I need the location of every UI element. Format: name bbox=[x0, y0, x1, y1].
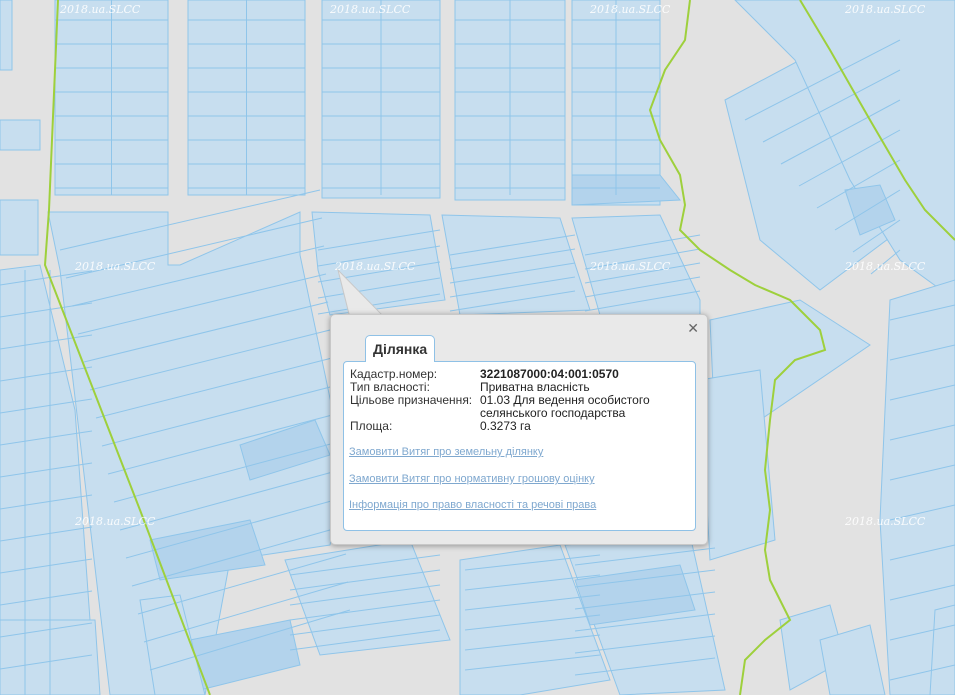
area-value: 0.3273 га bbox=[480, 419, 531, 433]
map-watermark: 2018.ua.SLCC bbox=[59, 3, 141, 16]
ownership-rights-link[interactable]: Інформація про право власності та речові… bbox=[349, 499, 596, 511]
close-icon[interactable]: ✕ bbox=[687, 320, 699, 336]
parcel-details-panel: Кадастр.номер: 3221087000:04:001:0570 Ти… bbox=[343, 361, 696, 531]
purpose-value: 01.03 Для ведення особистого селянського… bbox=[480, 393, 650, 420]
parcel-block bbox=[0, 0, 13, 71]
order-land-extract-link[interactable]: Замовити Витяг про земельну ділянку bbox=[349, 446, 543, 458]
map-watermark: 2018.ua.SLCC bbox=[334, 260, 416, 273]
parcel-attributes: Кадастр.номер: 3221087000:04:001:0570 Ти… bbox=[350, 368, 680, 433]
map-watermark: 2018.ua.SLCC bbox=[589, 260, 671, 273]
parcel-block bbox=[0, 119, 41, 151]
field-label: Площа: bbox=[350, 419, 393, 433]
parcel-block bbox=[571, 174, 682, 206]
map-watermark: 2018.ua.SLCC bbox=[329, 3, 411, 16]
map-watermark: 2018.ua.SLCC bbox=[844, 515, 926, 528]
order-valuation-extract-link[interactable]: Замовити Витяг про нормативну грошову оц… bbox=[349, 473, 595, 485]
area-row: Площа: 0.3273 га bbox=[350, 420, 680, 433]
tab-parcel[interactable]: Ділянка bbox=[365, 335, 436, 362]
map-watermark: 2018.ua.SLCC bbox=[589, 3, 671, 16]
purpose-row: Цільове призначення: 01.03 Для ведення о… bbox=[350, 394, 680, 420]
map-watermark: 2018.ua.SLCC bbox=[74, 260, 156, 273]
map-watermark: 2018.ua.SLCC bbox=[844, 260, 926, 273]
parcel-info-popup: ✕ Ділянка Кадастр.номер: 3221087000:04:0… bbox=[330, 314, 708, 545]
parcel-block bbox=[0, 199, 39, 256]
map-watermark: 2018.ua.SLCC bbox=[74, 515, 156, 528]
map-watermark: 2018.ua.SLCC bbox=[844, 3, 926, 16]
field-label: Цільове призначення: bbox=[350, 393, 473, 407]
